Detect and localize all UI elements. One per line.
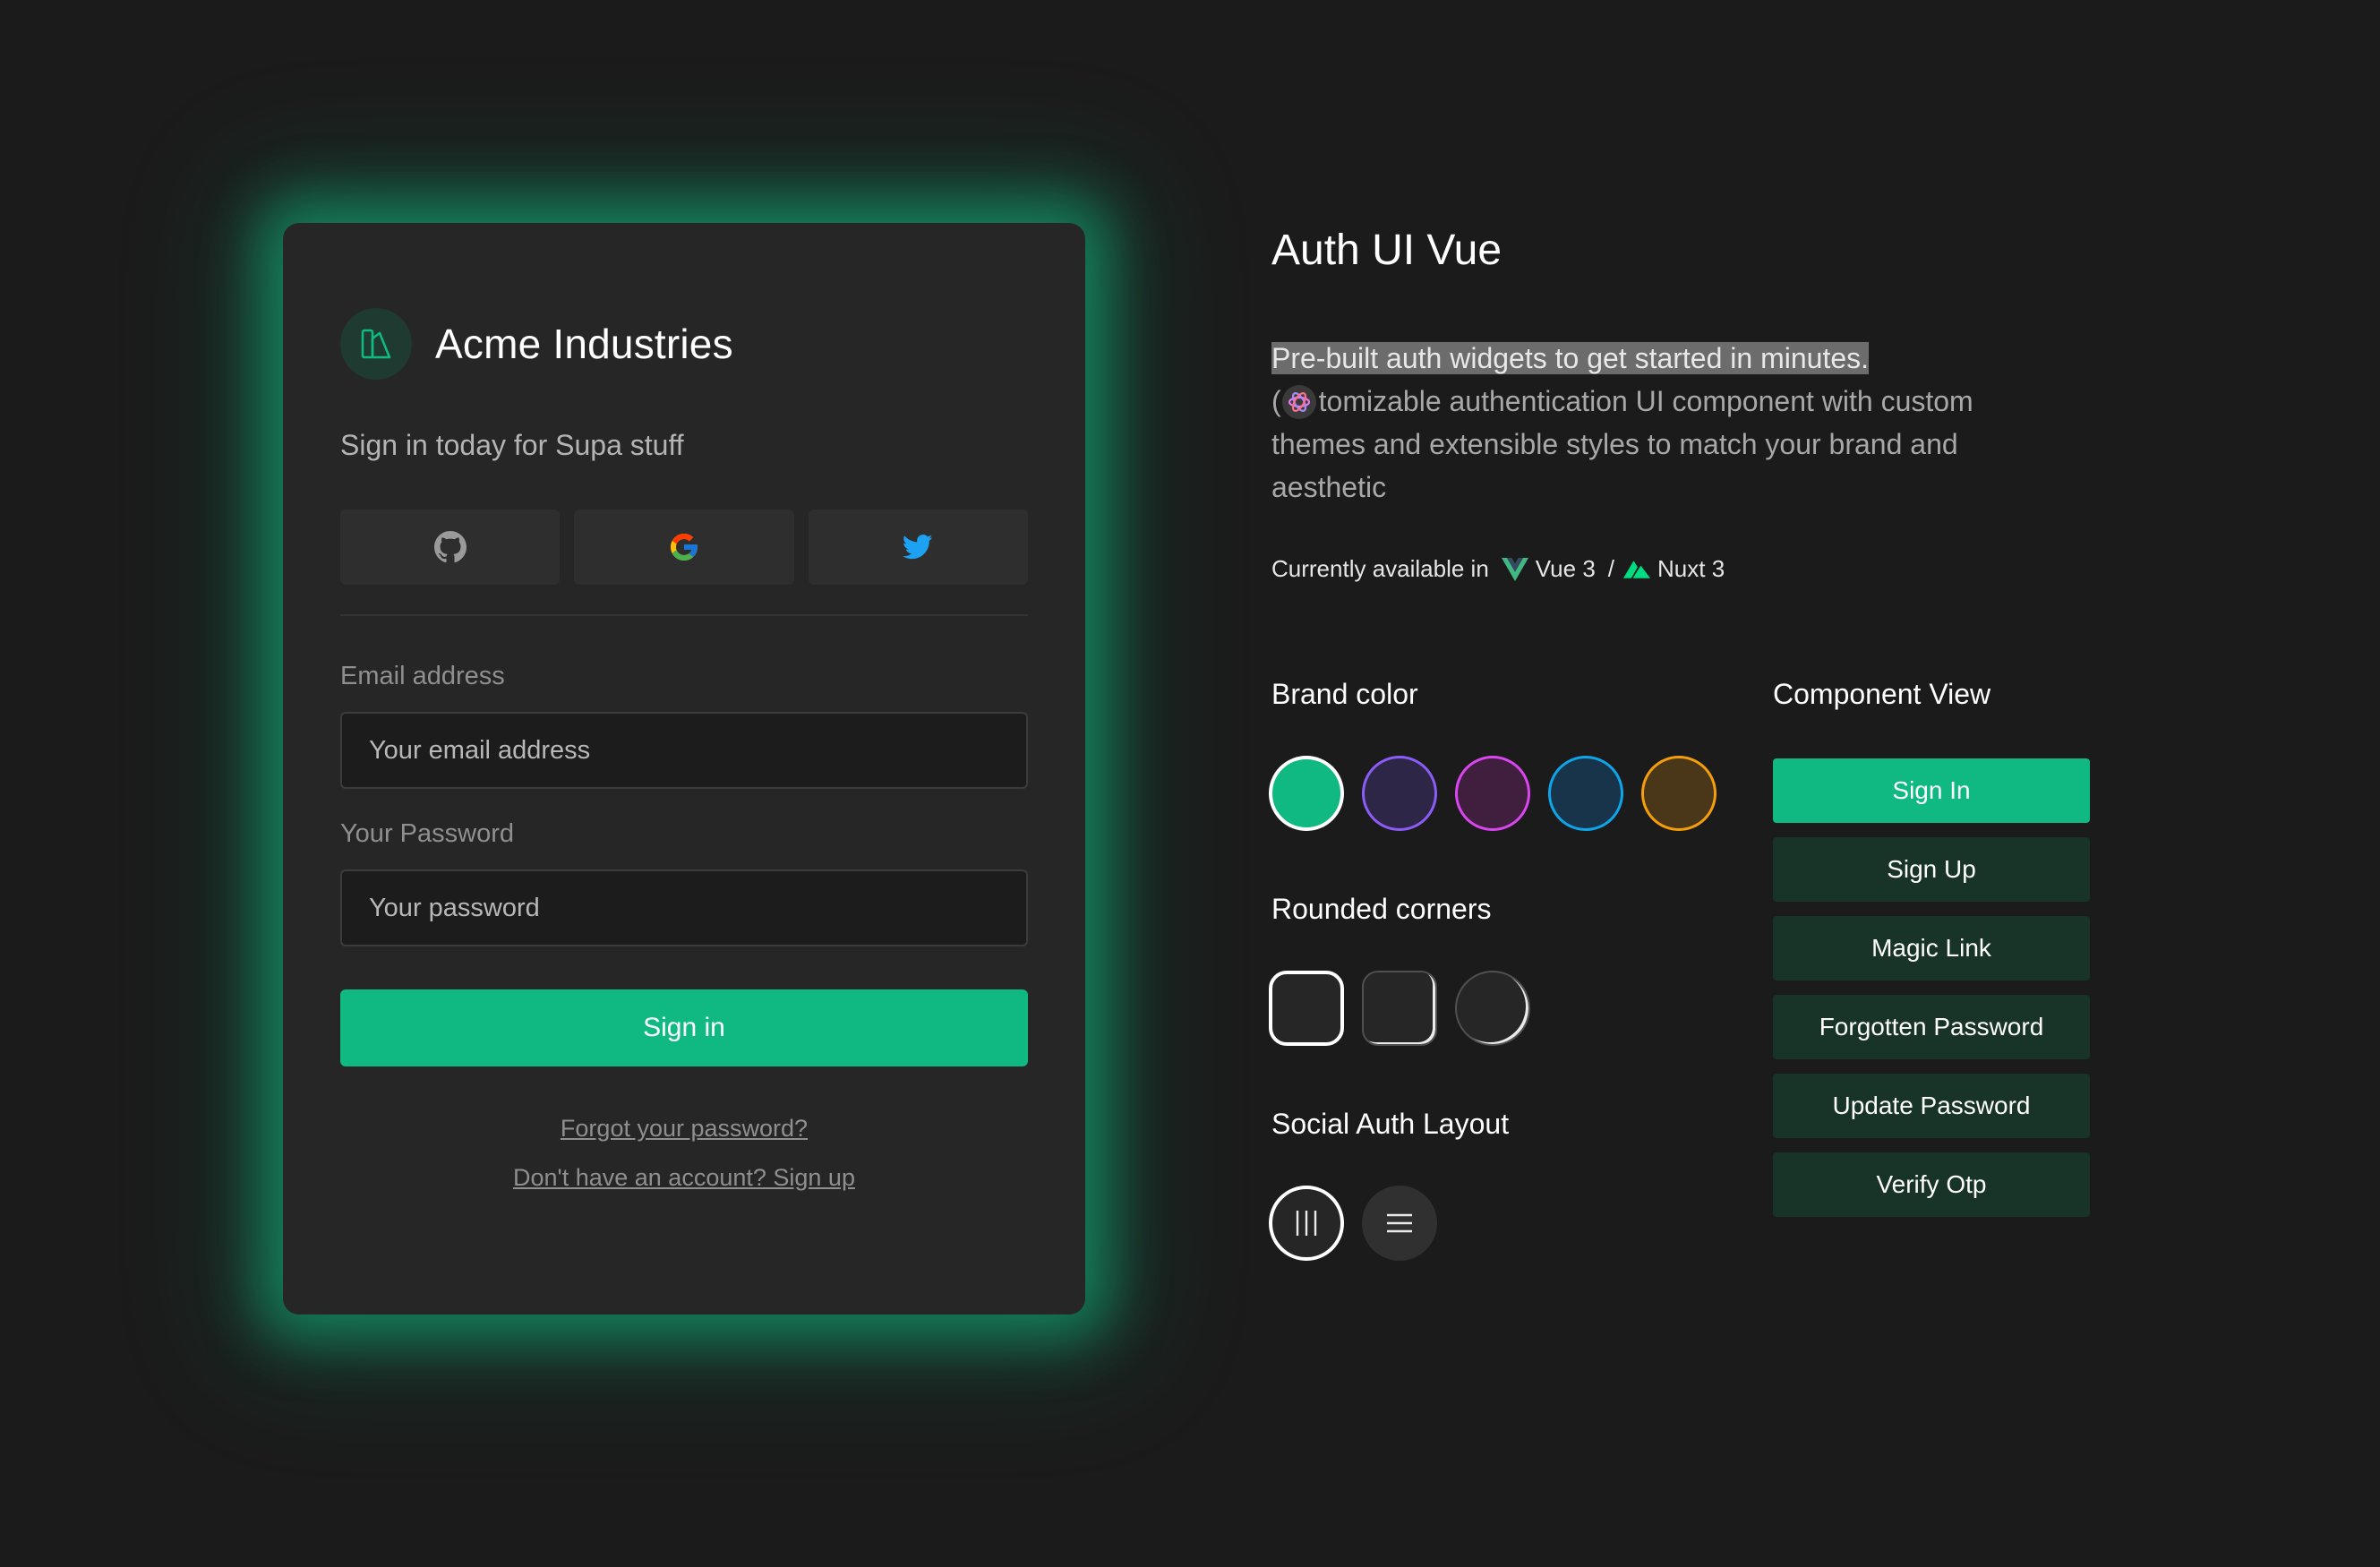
view-sign-up-button[interactable]: Sign Up bbox=[1773, 837, 2090, 902]
company-logo-icon bbox=[340, 308, 412, 380]
email-field[interactable] bbox=[340, 712, 1028, 789]
twitter-icon bbox=[903, 534, 933, 560]
view-forgotten-password-button[interactable]: Forgotten Password bbox=[1773, 995, 2090, 1059]
brand-color-title: Brand color bbox=[1271, 678, 1418, 710]
github-signin-button[interactable] bbox=[340, 509, 561, 585]
description-line2: tomizable authentication UI component wi… bbox=[1318, 385, 1973, 417]
sign-up-link[interactable]: Don't have an account? Sign up bbox=[283, 1164, 1085, 1192]
description-prefix: ( bbox=[1271, 385, 1281, 417]
google-icon bbox=[670, 534, 698, 561]
rounded-option-full[interactable] bbox=[1455, 971, 1530, 1046]
availability-label: Currently available in bbox=[1271, 555, 1489, 582]
availability-row: Currently available in Vue 3 / Nuxt 3 bbox=[1271, 555, 1725, 583]
view-verify-otp-button[interactable]: Verify Otp bbox=[1773, 1152, 2090, 1217]
rounded-option-large[interactable] bbox=[1269, 971, 1344, 1046]
sign-in-button[interactable]: Sign in bbox=[340, 989, 1028, 1066]
ai-assistant-icon[interactable] bbox=[1281, 384, 1317, 420]
google-signin-button[interactable] bbox=[574, 509, 794, 585]
password-label: Your Password bbox=[340, 819, 514, 848]
company-name: Acme Industries bbox=[435, 321, 733, 367]
brand-row: Acme Industries bbox=[340, 308, 733, 380]
twitter-signin-button[interactable] bbox=[808, 509, 1028, 585]
nuxt-icon bbox=[1623, 560, 1651, 578]
description-line4: aesthetic bbox=[1271, 471, 1387, 503]
vue-icon bbox=[1501, 557, 1528, 581]
forgot-password-link[interactable]: Forgot your password? bbox=[283, 1115, 1085, 1143]
rounded-option-medium[interactable] bbox=[1362, 971, 1437, 1046]
view-update-password-button[interactable]: Update Password bbox=[1773, 1074, 2090, 1138]
email-label: Email address bbox=[340, 662, 505, 690]
brand-color-blue[interactable] bbox=[1548, 756, 1623, 831]
view-sign-in-button[interactable]: Sign In bbox=[1773, 758, 2090, 823]
card-tagline: Sign in today for Supa stuff bbox=[340, 429, 684, 461]
brand-color-magenta[interactable] bbox=[1455, 756, 1530, 831]
github-icon bbox=[433, 531, 467, 563]
columns-icon bbox=[1296, 1211, 1317, 1236]
component-view-title: Component View bbox=[1773, 678, 1991, 710]
vue-label: Vue 3 bbox=[1535, 555, 1596, 582]
password-field[interactable] bbox=[340, 869, 1028, 946]
nuxt-label: Nuxt 3 bbox=[1657, 555, 1725, 582]
view-magic-link-button[interactable]: Magic Link bbox=[1773, 916, 2090, 980]
page-title: Auth UI Vue bbox=[1271, 227, 1502, 274]
rounded-corners-title: Rounded corners bbox=[1271, 893, 1492, 925]
horizontal-layout-option[interactable] bbox=[1269, 1186, 1344, 1261]
description: Pre-built auth widgets to get started in… bbox=[1271, 337, 2059, 509]
vertical-layout-option[interactable] bbox=[1362, 1186, 1437, 1261]
social-layout-options bbox=[1269, 1186, 1437, 1261]
rounded-corner-options bbox=[1269, 971, 1530, 1046]
social-auth-row bbox=[340, 509, 1028, 585]
description-line3: themes and extensible styles to match yo… bbox=[1271, 428, 1958, 460]
brand-color-orange[interactable] bbox=[1641, 756, 1717, 831]
auth-card: Acme Industries Sign in today for Supa s… bbox=[283, 223, 1085, 1314]
social-layout-title: Social Auth Layout bbox=[1271, 1108, 1510, 1140]
divider bbox=[340, 614, 1028, 616]
rows-icon bbox=[1387, 1213, 1412, 1233]
brand-color-swatches bbox=[1269, 756, 1717, 831]
brand-color-purple[interactable] bbox=[1362, 756, 1437, 831]
brand-color-green[interactable] bbox=[1269, 756, 1344, 831]
framework-separator: / bbox=[1607, 555, 1615, 582]
description-highlight: Pre-built auth widgets to get started in… bbox=[1271, 342, 1870, 374]
